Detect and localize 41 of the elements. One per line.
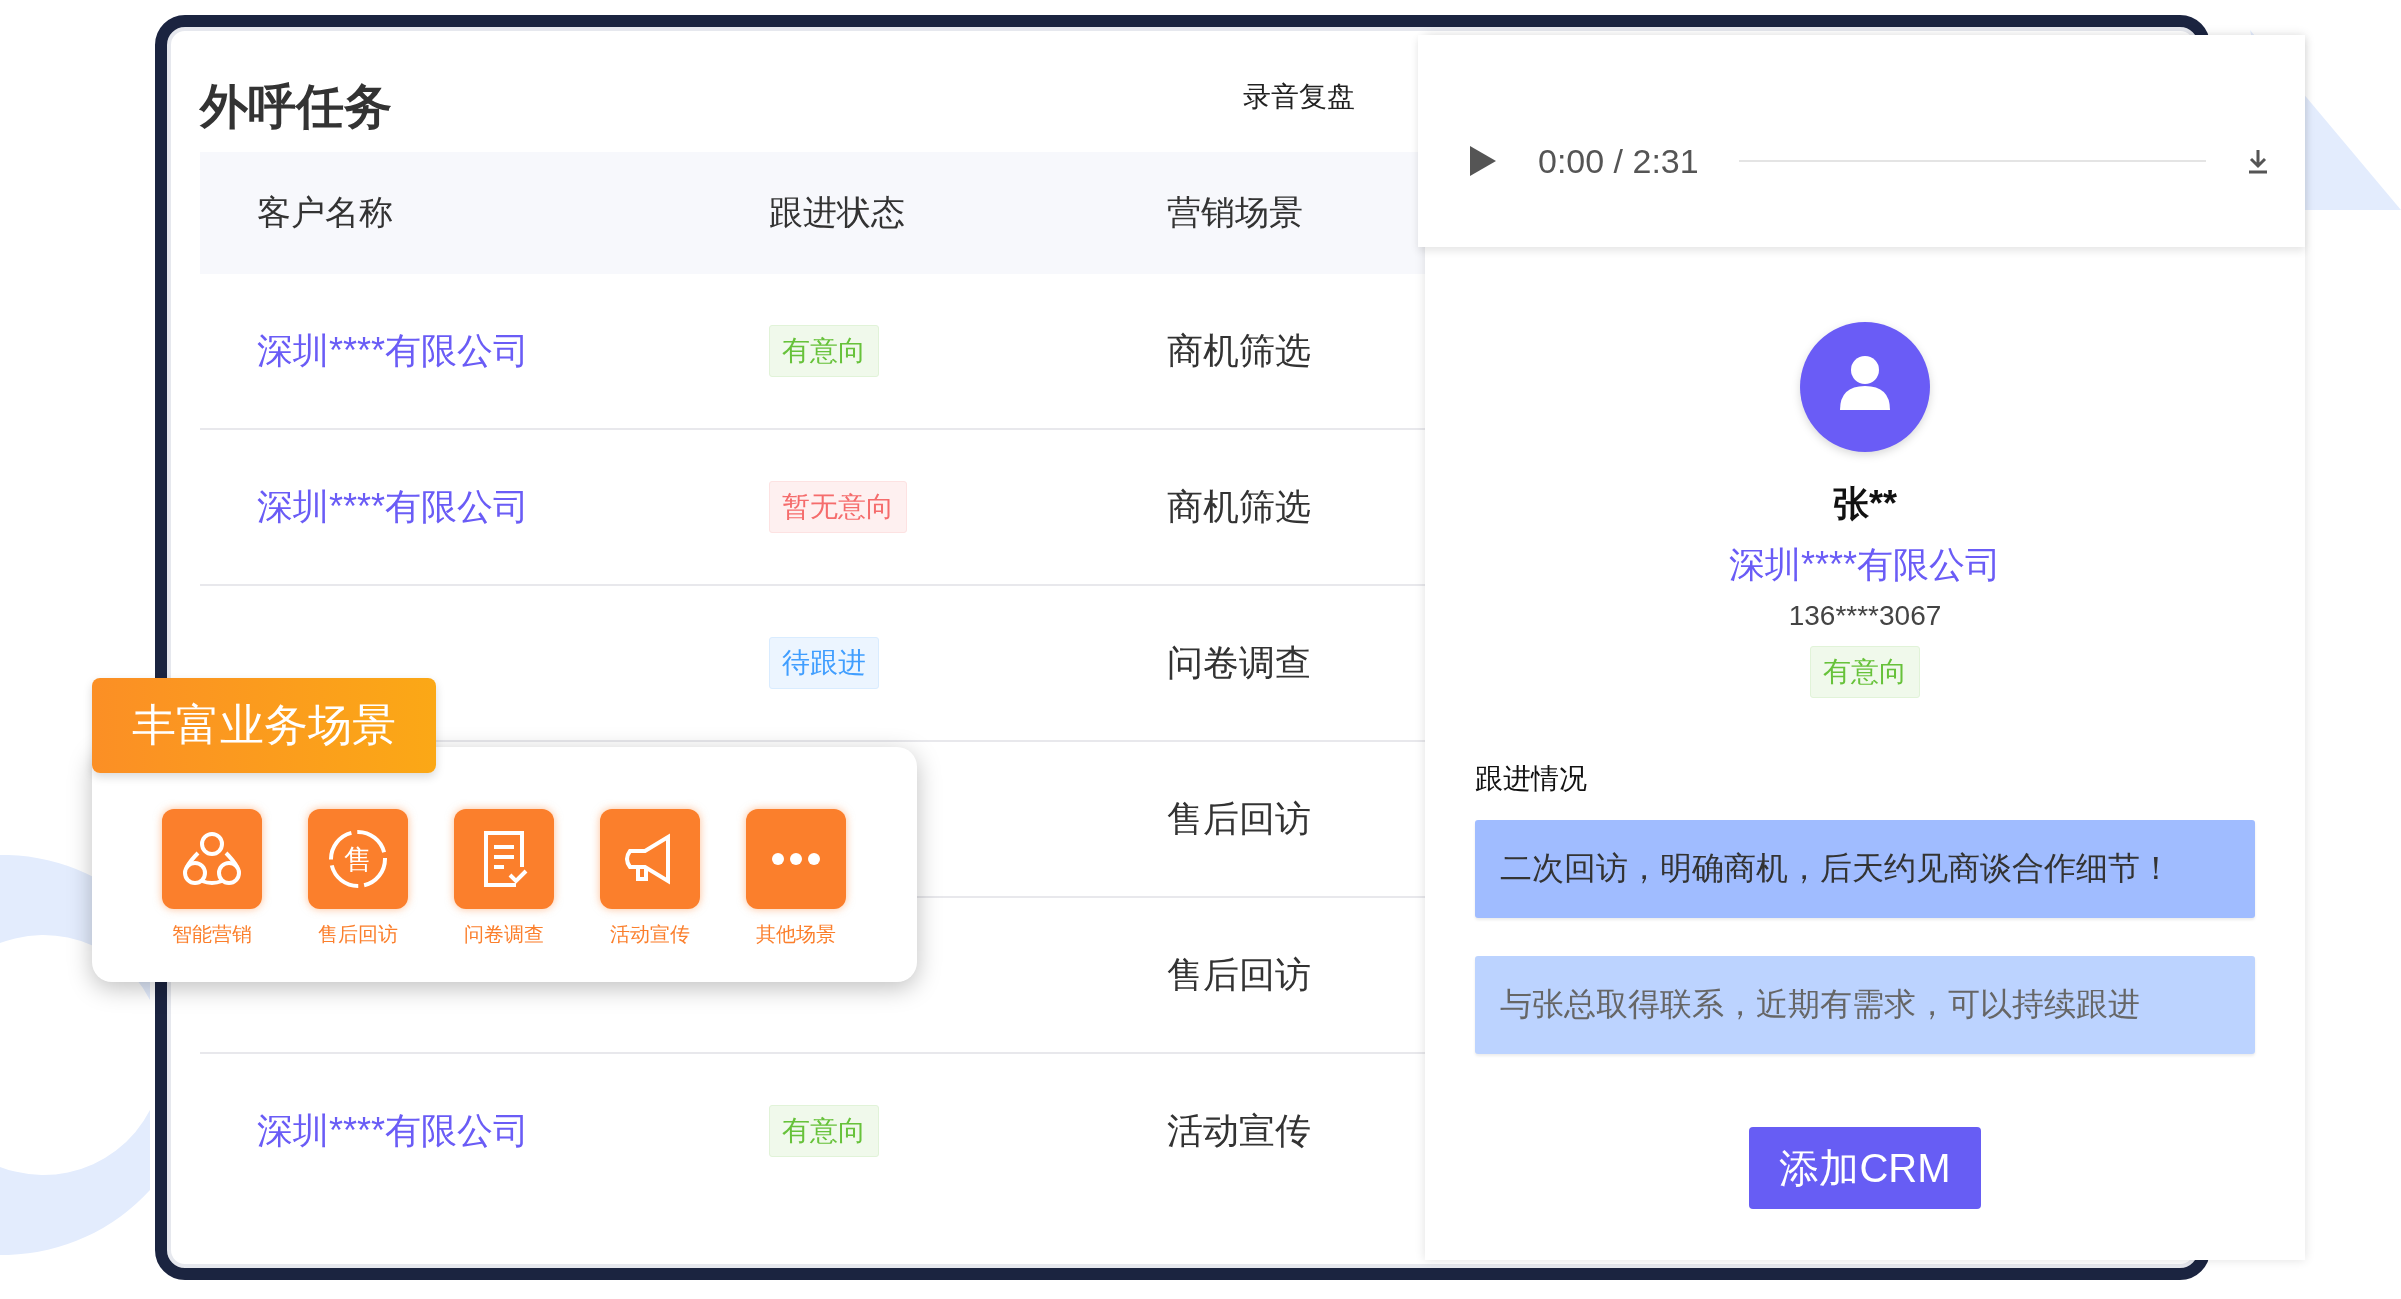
megaphone-icon[interactable] xyxy=(600,809,700,909)
column-header: 营销场景 xyxy=(1167,192,1304,233)
scenario-label: 售后回访 xyxy=(318,922,398,947)
contact-company[interactable]: 深圳****有限公司 xyxy=(1728,541,2001,590)
scenario-label: 问卷调查 xyxy=(464,922,544,947)
follow-up-note[interactable]: 二次回访，明确商机，后天约见商谈合作细节！ xyxy=(1475,820,2255,918)
add-crm-button[interactable]: 添加CRM xyxy=(1749,1127,1981,1209)
download-icon[interactable] xyxy=(2246,148,2270,174)
panel-title: 外呼任务 xyxy=(200,79,392,135)
contact-phone: 136****3067 xyxy=(1788,600,1942,632)
company-link[interactable]: 深圳****有限公司 xyxy=(257,1106,530,1156)
time-readout: 0:00 / 2:31 xyxy=(1538,141,1699,181)
people-icon[interactable] xyxy=(162,809,262,909)
survey-icon[interactable] xyxy=(454,809,554,909)
company-link[interactable]: 深圳****有限公司 xyxy=(257,482,530,532)
section-title: 跟进情况 xyxy=(1475,762,1588,796)
status-tag: 有意向 xyxy=(1810,646,1920,698)
status-tag: 有意向 xyxy=(769,325,879,377)
table-cell-text: 活动宣传 xyxy=(1167,1108,1311,1153)
contact-name: 张** xyxy=(1833,482,1897,526)
follow-up-note[interactable]: 与张总取得联系，近期有需求，可以持续跟进 xyxy=(1475,956,2255,1054)
table-cell-text: 商机筛选 xyxy=(1167,328,1311,373)
table-cell-text: 问卷调查 xyxy=(1167,640,1311,685)
company-link[interactable]: 深圳****有限公司 xyxy=(257,326,530,376)
status-tag: 暂无意向 xyxy=(769,481,907,533)
scenario-title-banner: 丰富业务场景 xyxy=(92,678,436,773)
more-icon[interactable] xyxy=(746,809,846,909)
status-tag: 待跟进 xyxy=(769,637,879,689)
table-cell-text: 商机筛选 xyxy=(1167,484,1311,529)
column-header: 跟进状态 xyxy=(769,192,906,233)
play-icon[interactable] xyxy=(1468,144,1498,178)
column-header: 客户名称 xyxy=(256,192,394,233)
avatar-icon xyxy=(1800,322,1930,452)
review-tab[interactable]: 录音复盘 xyxy=(1243,78,1355,116)
scenario-label: 智能营销 xyxy=(172,922,252,947)
status-tag: 有意向 xyxy=(769,1105,879,1157)
scenario-label: 其他场景 xyxy=(756,922,836,947)
scenario-label: 活动宣传 xyxy=(610,922,690,947)
table-cell-text: 售后回访 xyxy=(1167,952,1311,997)
table-cell-text: 售后回访 xyxy=(1167,796,1311,841)
sale-icon[interactable]: 售 xyxy=(308,809,408,909)
